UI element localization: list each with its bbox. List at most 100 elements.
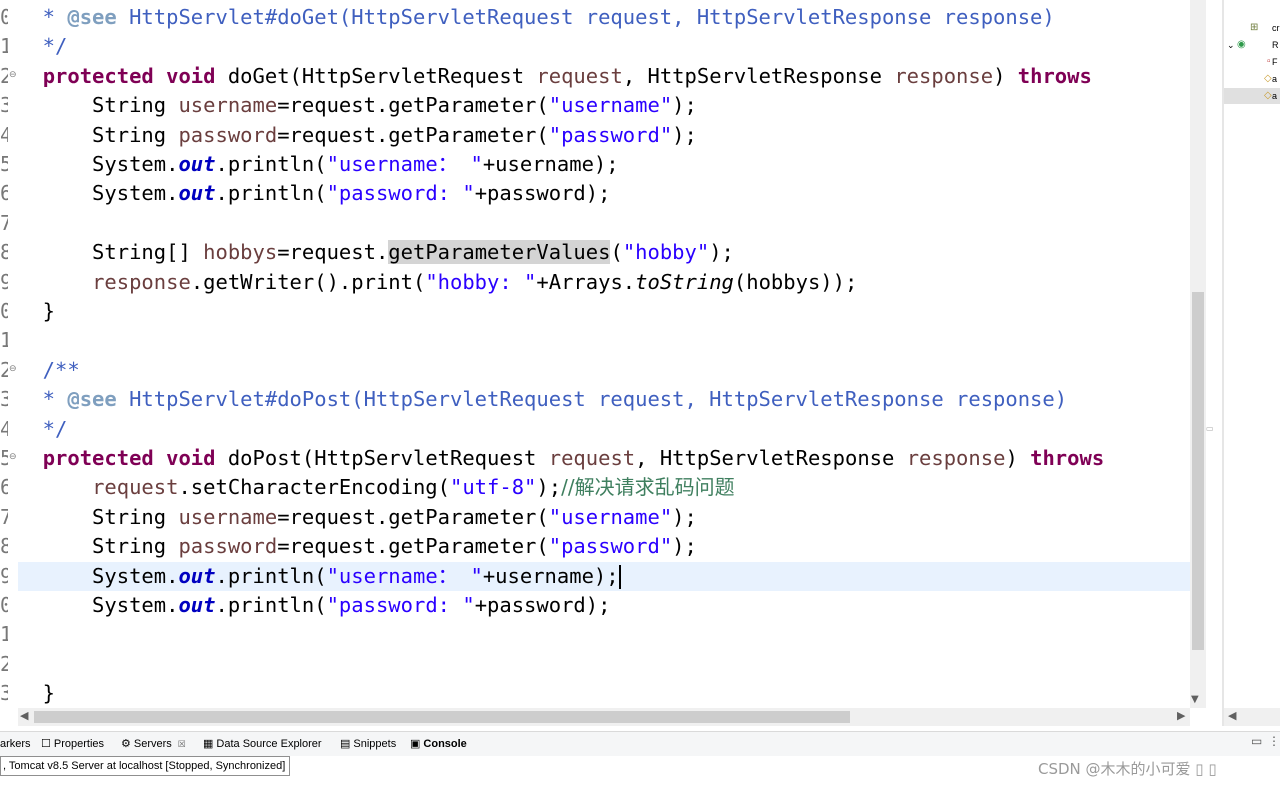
outline-item-icon: ◇	[1264, 90, 1272, 101]
watermark: CSDN @木木的小可爱 ▯ ▯	[1038, 760, 1217, 778]
line-number: 8	[0, 240, 8, 265]
tab-markers[interactable]: arkers	[0, 732, 31, 756]
code-line[interactable]	[18, 650, 1190, 679]
code-line[interactable]: String username=request.getParameter("us…	[18, 503, 1190, 532]
line-number: 3	[0, 93, 8, 118]
code-token: out	[178, 593, 216, 617]
code-token: "password"	[548, 534, 673, 559]
view-menu-icon[interactable]: ⋮	[1268, 734, 1280, 748]
outline-item[interactable]: ⊞ cr	[1224, 20, 1280, 36]
code-editor[interactable]: 0 1 2 ⊖ 3 4 5 6 7 8 9 0 1 2 ⊖ 3 4 5 ⊖ 6 7 8 9 0 1 2 3 * @see HttpS…	[0, 0, 1190, 708]
line-number: 2	[0, 357, 8, 382]
code-line[interactable]: }	[18, 679, 1190, 708]
code-line[interactable]: request.setCharacterEncoding("utf-8");//…	[18, 473, 1190, 502]
outline-item-label: F	[1272, 57, 1278, 67]
code-token: password	[178, 534, 278, 559]
tab-data-source-explorer[interactable]: ▦ Data Source Explorer	[203, 732, 322, 756]
code-line[interactable]	[18, 620, 1190, 649]
fold-toggle-icon[interactable]: ⊖	[9, 70, 17, 80]
scroll-down-arrow-icon[interactable]: ▼	[1191, 694, 1199, 705]
code-line[interactable]: System.out.println("username： "+username…	[18, 150, 1190, 179]
fold-toggle-icon[interactable]: ⊖	[9, 452, 17, 462]
close-icon[interactable]: ☒	[178, 732, 186, 756]
code-line[interactable]: protected void doGet(HttpServletRequest …	[18, 62, 1190, 91]
code-line[interactable]	[18, 326, 1190, 355]
outline-scroll-left-arrow-icon[interactable]: ◀	[1228, 709, 1236, 722]
tab-properties[interactable]: ☐ Properties	[41, 732, 104, 756]
code-line[interactable]: * @see HttpServlet#doGet(HttpServletRequ…	[18, 3, 1190, 32]
code-token: System.	[18, 563, 179, 588]
code-line[interactable]: System.out.println("password: "+password…	[18, 179, 1190, 208]
outline-view[interactable]: ⊞ cr ⌄ ◉ R ▫ F ◇ a ◇ a	[1224, 0, 1280, 726]
code-token: String[]	[18, 240, 204, 265]
code-line[interactable]: String password=request.getParameter("pa…	[18, 532, 1190, 561]
code-token: System.	[18, 181, 179, 206]
code-token: out	[178, 563, 216, 588]
code-line[interactable]: /**	[18, 356, 1190, 385]
code-token: "password: "	[326, 181, 475, 206]
chevron-down-icon[interactable]: ⌄	[1227, 37, 1235, 53]
code-token: =request.getParameter(	[277, 93, 549, 118]
code-token: "hobby: "	[425, 269, 537, 294]
line-number-gutter[interactable]: 0 1 2 ⊖ 3 4 5 6 7 8 9 0 1 2 ⊖ 3 4 5 ⊖ 6 7 8 9 0 1 2 3	[0, 0, 18, 708]
tab-servers[interactable]: ⚙ Servers ☒	[121, 732, 186, 756]
code-line[interactable]: System.out.println("username： "+username…	[18, 561, 1190, 591]
tab-snippets[interactable]: ▤ Snippets	[340, 732, 396, 756]
line-number: 2	[0, 651, 8, 676]
vertical-scrollbar-thumb[interactable]	[1192, 292, 1204, 650]
code-line[interactable]: String password=request.getParameter("pa…	[18, 121, 1190, 150]
code-line[interactable]: * @see HttpServlet#doPost(HttpServletReq…	[18, 385, 1190, 414]
code-token: =request.	[277, 240, 389, 265]
code-token: "hobby"	[622, 240, 710, 265]
code-line[interactable]: String[] hobbys=request.getParameterValu…	[18, 238, 1190, 267]
fold-toggle-icon[interactable]: ⊖	[9, 364, 17, 374]
tab-label: Servers	[133, 738, 172, 750]
tab-console[interactable]: ▣ Console	[410, 732, 467, 756]
code-token: response	[894, 63, 994, 88]
code-line[interactable]: */	[18, 32, 1190, 61]
code-token: .setCharacterEncoding(	[178, 475, 450, 500]
code-token: doPost(HttpServletRequest	[215, 446, 549, 470]
code-token: "username： "	[326, 152, 483, 176]
code-line[interactable]: response.getWriter().print("hobby: "+Arr…	[18, 268, 1190, 297]
outline-item-label: a	[1272, 91, 1278, 101]
outline-item-icon: ◇	[1264, 73, 1272, 84]
code-line[interactable]	[18, 209, 1190, 238]
code-token: , HttpServletResponse	[622, 63, 895, 88]
line-number: 6	[0, 475, 8, 500]
code-token: }	[18, 299, 56, 323]
outline-item[interactable]: ⌄ ◉ R	[1224, 37, 1280, 53]
code-line[interactable]: System.out.println("password: "+password…	[18, 591, 1190, 620]
code-token: username	[178, 93, 278, 118]
outline-item[interactable]: ▫ F	[1224, 54, 1280, 70]
server-list-item[interactable]: , Tomcat v8.5 Server at localhost [Stopp…	[0, 756, 291, 776]
outline-item[interactable]: ◇ a	[1224, 88, 1280, 104]
code-line[interactable]: }	[18, 297, 1190, 326]
code-token: getParameterValues	[388, 240, 611, 265]
outline-item[interactable]: ◇ a	[1224, 71, 1280, 87]
code-token: +password);	[474, 181, 611, 206]
sash-grip-icon[interactable]: ▭	[1206, 424, 1214, 433]
code-token: void	[166, 446, 216, 470]
scroll-left-arrow-icon[interactable]: ◀	[20, 709, 28, 722]
scroll-right-arrow-icon[interactable]: ▶	[1177, 709, 1185, 722]
code-token: @see	[67, 5, 117, 29]
code-line[interactable]: String username=request.getParameter("us…	[18, 91, 1190, 120]
code-line[interactable]: protected void doPost(HttpServletRequest…	[18, 444, 1190, 473]
line-number: 7	[0, 504, 8, 529]
minimize-view-icon[interactable]: ▭	[1251, 734, 1262, 748]
code-line[interactable]: */	[18, 415, 1190, 444]
code-token: "utf-8"	[450, 475, 537, 500]
line-number: 4	[0, 122, 8, 147]
code-token: System.	[18, 593, 179, 617]
code-token: throws	[1017, 63, 1092, 88]
line-number: 5	[0, 446, 8, 470]
tab-label: Console	[423, 738, 467, 750]
horizontal-scrollbar-thumb[interactable]	[34, 711, 850, 723]
snippets-icon: ▤	[340, 738, 351, 750]
line-number: 9	[0, 269, 8, 294]
